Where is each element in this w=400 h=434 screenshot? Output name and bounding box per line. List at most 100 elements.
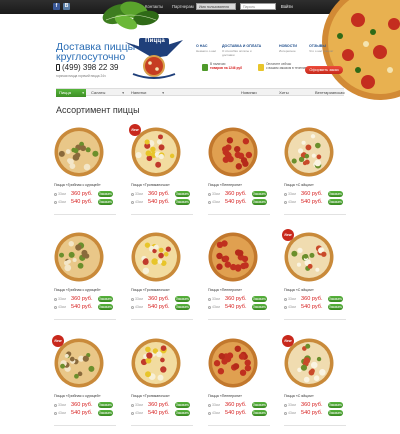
order-button[interactable]: Заказать: [252, 199, 267, 205]
size-radio[interactable]: [208, 404, 211, 407]
order-button[interactable]: Заказать: [175, 402, 190, 408]
order-button[interactable]: Заказать: [328, 191, 343, 197]
product-name[interactable]: Пицца «Пепперони»: [208, 183, 242, 187]
order-button[interactable]: Заказать: [175, 191, 190, 197]
product-name[interactable]: Пицца «Пепперони»: [208, 288, 242, 292]
order-button[interactable]: Заказать: [328, 402, 343, 408]
nav-link-partners[interactable]: Партнерам: [172, 4, 194, 9]
pizza-image[interactable]: [131, 232, 181, 282]
order-button[interactable]: Заказать: [98, 402, 113, 408]
price: 540 руб.: [148, 198, 170, 205]
product-name[interactable]: Пицца «Грибная с курицей»: [54, 394, 101, 398]
size-radio[interactable]: [208, 193, 211, 196]
new-badge: New: [282, 229, 294, 241]
checkout-button[interactable]: Оформить заказ: [305, 66, 343, 74]
size-radio[interactable]: [131, 201, 134, 204]
size-radio[interactable]: [131, 404, 134, 407]
size-option-row: 33см 360 руб. Заказать: [54, 402, 126, 409]
size-radio[interactable]: [208, 412, 211, 415]
product-name[interactable]: Пицца «Тропиканочка»: [131, 394, 170, 398]
card-divider: [208, 214, 270, 215]
password-input[interactable]: Пароль: [240, 3, 276, 10]
pizza-image[interactable]: [208, 338, 258, 388]
tab-vegetarian[interactable]: Вегетарианская: [312, 89, 345, 97]
size-radio[interactable]: [208, 306, 211, 309]
order-button[interactable]: Заказать: [98, 304, 113, 310]
product-name[interactable]: Пицца «Тропиканочка»: [131, 288, 170, 292]
size-radio[interactable]: [284, 412, 287, 415]
size-radio[interactable]: [131, 298, 134, 301]
product-name[interactable]: Пицца «Тропиканочка»: [131, 183, 170, 187]
product-name[interactable]: Пицца «С яйцом»: [284, 288, 314, 292]
header-nav-about[interactable]: О НАС: [196, 44, 208, 48]
size-radio[interactable]: [208, 298, 211, 301]
order-button[interactable]: Заказать: [175, 410, 190, 416]
order-button[interactable]: Заказать: [98, 191, 113, 197]
price: 540 руб.: [225, 409, 247, 416]
order-button[interactable]: Заказать: [252, 410, 267, 416]
size-radio[interactable]: [54, 201, 57, 204]
product-name[interactable]: Пицца «С яйцом»: [284, 394, 314, 398]
order-button[interactable]: Заказать: [252, 402, 267, 408]
size-radio[interactable]: [54, 193, 57, 196]
size-radio[interactable]: [54, 306, 57, 309]
username-input[interactable]: Имя пользователя: [196, 3, 236, 10]
order-button[interactable]: Заказать: [252, 191, 267, 197]
pizza-image[interactable]: [284, 127, 334, 177]
size-option-row: 33см 360 руб. Заказать: [54, 191, 126, 198]
size-radio[interactable]: [284, 201, 287, 204]
order-button[interactable]: Заказать: [252, 304, 267, 310]
size-radio[interactable]: [131, 193, 134, 196]
size-radio[interactable]: [54, 298, 57, 301]
product-name[interactable]: Пицца «Грибная с курицей»: [54, 288, 101, 292]
tab-drinks[interactable]: Напитки ▾: [128, 89, 166, 97]
size-radio[interactable]: [284, 193, 287, 196]
order-button[interactable]: Заказать: [98, 410, 113, 416]
login-link[interactable]: Войти: [281, 4, 293, 9]
tab-hits[interactable]: Хиты: [276, 89, 306, 97]
header-nav-news[interactable]: НОВОСТИ: [279, 44, 297, 48]
price: 540 руб.: [225, 303, 247, 310]
size-radio[interactable]: [131, 306, 134, 309]
size-option-row: 43см 540 руб. Заказать: [54, 410, 126, 417]
order-button[interactable]: Заказать: [328, 304, 343, 310]
card-divider: [131, 214, 193, 215]
order-button[interactable]: Заказать: [328, 199, 343, 205]
order-button[interactable]: Заказать: [328, 410, 343, 416]
cart-summary[interactable]: В наличии товаров на 1246 руб: [210, 62, 242, 70]
order-button[interactable]: Заказать: [252, 296, 267, 302]
order-button[interactable]: Заказать: [98, 199, 113, 205]
size-radio[interactable]: [284, 306, 287, 309]
size-radio[interactable]: [284, 404, 287, 407]
order-button[interactable]: Заказать: [98, 296, 113, 302]
order-button[interactable]: Заказать: [328, 296, 343, 302]
order-button[interactable]: Заказать: [175, 199, 190, 205]
cart-icon: [202, 64, 208, 71]
size-radio[interactable]: [54, 412, 57, 415]
size-option-row: 43см 540 руб. Заказать: [284, 199, 356, 206]
product-name[interactable]: Пицца «Грибная с курицей»: [54, 183, 101, 187]
pizza-image[interactable]: [131, 338, 181, 388]
header-nav-reviews[interactable]: ОТЗЫВЫ: [309, 44, 326, 48]
order-button[interactable]: Заказать: [175, 304, 190, 310]
pizza-image[interactable]: [208, 232, 258, 282]
order-button[interactable]: Заказать: [175, 296, 190, 302]
price: 360 руб.: [148, 401, 170, 408]
vk-icon[interactable]: B: [63, 3, 70, 10]
product-name[interactable]: Пицца «С яйцом»: [284, 183, 314, 187]
product-card: Пицца «Тропиканочка» 33см 360 руб. Заказать…: [131, 232, 195, 328]
pizza-image[interactable]: [208, 127, 258, 177]
product-name[interactable]: Пицца «Пепперони»: [208, 394, 242, 398]
size-radio[interactable]: [54, 404, 57, 407]
tab-pizza[interactable]: Пицца ▾: [56, 89, 86, 97]
size-radio[interactable]: [284, 298, 287, 301]
facebook-icon[interactable]: f: [53, 3, 60, 10]
pizza-image[interactable]: [54, 127, 104, 177]
size-radio[interactable]: [208, 201, 211, 204]
pizza-image[interactable]: [54, 232, 104, 282]
header-nav-delivery[interactable]: ДОСТАВКА И ОПЛАТА: [222, 44, 261, 48]
tab-new[interactable]: Новинки: [238, 89, 274, 97]
product-card: Пицца «Пепперони» 33см 360 руб. Заказать 43с…: [208, 127, 272, 223]
tab-salads[interactable]: Салаты ▾: [88, 89, 126, 97]
size-radio[interactable]: [131, 412, 134, 415]
